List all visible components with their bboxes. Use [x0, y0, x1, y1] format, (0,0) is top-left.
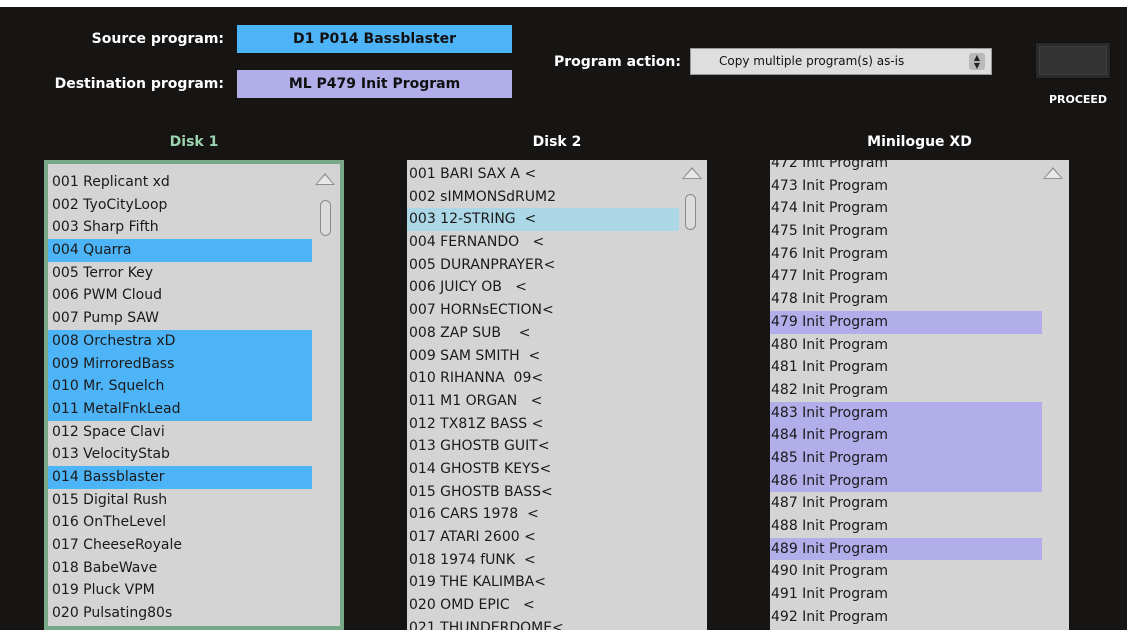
- disk2-list-item[interactable]: 002 sIMMONSdRUM2: [407, 186, 679, 209]
- minilogue-list-item[interactable]: 477 Init Program: [770, 265, 1042, 288]
- disk1-list-item[interactable]: 001 Replicant xd: [48, 171, 312, 194]
- select-stepper-icon: ▲ ▼: [969, 53, 985, 70]
- disk2-scroll-thumb[interactable]: [685, 194, 696, 230]
- disk1-list-item[interactable]: 013 VelocityStab: [48, 443, 312, 466]
- disk1-list-item[interactable]: 007 Pump SAW: [48, 307, 312, 330]
- disk2-list-item[interactable]: 019 THE KALIMBA<: [407, 571, 679, 594]
- disk2-list-item[interactable]: 012 TX81Z BASS <: [407, 413, 679, 436]
- scroll-up-icon[interactable]: [1043, 167, 1063, 179]
- minilogue-list-item[interactable]: 473 Init Program: [770, 175, 1042, 198]
- minilogue-list-item[interactable]: 472 Init Program: [770, 160, 1042, 175]
- disk2-list-item[interactable]: 018 1974 fUNK <: [407, 549, 679, 572]
- minilogue-list-item[interactable]: 484 Init Program: [770, 424, 1042, 447]
- disk2-list-item[interactable]: 004 FERNANDO <: [407, 231, 679, 254]
- disk2-list-item[interactable]: 017 ATARI 2600 <: [407, 526, 679, 549]
- disk2-list-item[interactable]: 021 THUNDERDOME<: [407, 617, 679, 630]
- disk2-title: Disk 2: [532, 134, 582, 150]
- disk1-list-item[interactable]: 014 Bassblaster: [48, 465, 312, 489]
- proceed-label: PROCEED: [1048, 93, 1108, 106]
- minilogue-list-item[interactable]: 474 Init Program: [770, 197, 1042, 220]
- program-action-value: Copy multiple program(s) as-is: [719, 54, 905, 68]
- minilogue-list-item[interactable]: 478 Init Program: [770, 288, 1042, 311]
- minilogue-list-item[interactable]: 489 Init Program: [770, 537, 1042, 561]
- minilogue-program-list[interactable]: 472 Init Program 473 Init Program 474 Init…: [770, 160, 1069, 630]
- disk2-list-item[interactable]: 003 12-STRING <: [407, 208, 679, 232]
- minilogue-list-item[interactable]: 490 Init Program: [770, 560, 1042, 583]
- program-action-select[interactable]: Copy multiple program(s) as-is ▲ ▼: [690, 48, 992, 75]
- disk2-list-item[interactable]: 013 GHOSTB GUIT<: [407, 435, 679, 458]
- scroll-up-icon[interactable]: [315, 173, 335, 185]
- disk2-list-item[interactable]: 007 HORNsECTION<: [407, 299, 679, 322]
- minilogue-title: Minilogue XD: [867, 134, 972, 150]
- disk2-rows: 001 BARI SAX A <002 sIMMONSdRUM2 003 12-S…: [407, 163, 679, 630]
- disk2-list-item[interactable]: 010 RIHANNA 09<: [407, 367, 679, 390]
- disk1-list-item[interactable]: 006 PWM Cloud: [48, 284, 312, 307]
- disk1-list-item[interactable]: 020 Pulsating80s: [48, 602, 312, 625]
- minilogue-list-item[interactable]: 475 Init Program: [770, 220, 1042, 243]
- disk1-rows: 001 Replicant xd 002 TyoCityLoop 003 Sharp…: [48, 171, 312, 626]
- minilogue-list-item[interactable]: 479 Init Program: [770, 310, 1042, 334]
- disk1-list-item[interactable]: 017 CheeseRoyale: [48, 534, 312, 557]
- disk2-list-item[interactable]: 006 JUICY OB <: [407, 276, 679, 299]
- minilogue-list-item[interactable]: 480 Init Program: [770, 334, 1042, 357]
- source-program-field[interactable]: D1 P014 Bassblaster: [237, 25, 512, 53]
- scroll-up-icon[interactable]: [682, 167, 702, 179]
- disk1-scroll-thumb[interactable]: [320, 200, 331, 236]
- minilogue-rows: 472 Init Program 473 Init Program 474 Init…: [770, 160, 1042, 630]
- minilogue-list-item[interactable]: 482 Init Program: [770, 379, 1042, 402]
- minilogue-list-item[interactable]: 485 Init Program: [770, 446, 1042, 470]
- disk1-list-item[interactable]: 016 OnTheLevel: [48, 511, 312, 534]
- destination-program-field[interactable]: ML P479 Init Program: [237, 70, 512, 98]
- disk1-list-item[interactable]: 019 Pluck VPM: [48, 579, 312, 602]
- disk2-list-item[interactable]: 016 CARS 1978 <: [407, 503, 679, 526]
- disk1-list-item[interactable]: 005 Terror Key: [48, 262, 312, 285]
- disk2-program-list[interactable]: 001 BARI SAX A <002 sIMMONSdRUM2 003 12-S…: [407, 160, 707, 630]
- disk1-list-item[interactable]: 004 Quarra: [48, 239, 312, 262]
- disk1-list-item[interactable]: 021 FifthKi: [48, 625, 312, 626]
- disk1-list-item[interactable]: 008 Orchestra xD: [48, 329, 312, 353]
- disk1-list-item[interactable]: 009 MirroredBass: [48, 352, 312, 376]
- disk2-list-item[interactable]: 014 GHOSTB KEYS<: [407, 458, 679, 481]
- destination-program-label: Destination program:: [54, 76, 224, 92]
- disk2-list-item[interactable]: 008 ZAP SUB <: [407, 322, 679, 345]
- disk1-list-item[interactable]: 018 BabeWave: [48, 557, 312, 580]
- source-program-label: Source program:: [91, 31, 224, 47]
- proceed-button[interactable]: [1035, 42, 1111, 79]
- disk2-list-item[interactable]: 020 OMD EPIC <: [407, 594, 679, 617]
- minilogue-list-item[interactable]: 483 Init Program: [770, 401, 1042, 425]
- disk1-list-item[interactable]: 012 Space Clavi: [48, 421, 312, 444]
- disk2-list-item[interactable]: 015 GHOSTB BASS<: [407, 481, 679, 504]
- program-action-label: Program action:: [553, 54, 681, 70]
- disk1-list-item[interactable]: 015 Digital Rush: [48, 489, 312, 512]
- disk1-list-item[interactable]: 002 TyoCityLoop: [48, 194, 312, 217]
- disk1-list-item[interactable]: 010 Mr. Squelch: [48, 375, 312, 398]
- disk1-list-item[interactable]: 011 MetalFnkLead: [48, 397, 312, 421]
- disk1-program-list[interactable]: 001 Replicant xd 002 TyoCityLoop 003 Sharp…: [44, 160, 344, 630]
- minilogue-list-item[interactable]: 486 Init Program: [770, 469, 1042, 493]
- disk2-list-item[interactable]: 001 BARI SAX A <: [407, 163, 679, 186]
- window-top-edge: [0, 0, 1127, 7]
- minilogue-list-item[interactable]: 488 Init Program: [770, 515, 1042, 538]
- minilogue-list-item[interactable]: 476 Init Program: [770, 243, 1042, 266]
- minilogue-list-item[interactable]: 487 Init Program: [770, 492, 1042, 515]
- disk2-list-item[interactable]: 009 SAM SMITH <: [407, 345, 679, 368]
- disk2-list-item[interactable]: 011 M1 ORGAN <: [407, 390, 679, 413]
- minilogue-list-item[interactable]: 491 Init Program: [770, 583, 1042, 606]
- disk1-title: Disk 1: [169, 134, 219, 150]
- minilogue-list-item[interactable]: 492 Init Program: [770, 606, 1042, 629]
- minilogue-list-item[interactable]: 481 Init Program: [770, 356, 1042, 379]
- disk1-list-item[interactable]: 003 Sharp Fifth: [48, 216, 312, 239]
- disk2-list-item[interactable]: 005 DURANPRAYER<: [407, 254, 679, 277]
